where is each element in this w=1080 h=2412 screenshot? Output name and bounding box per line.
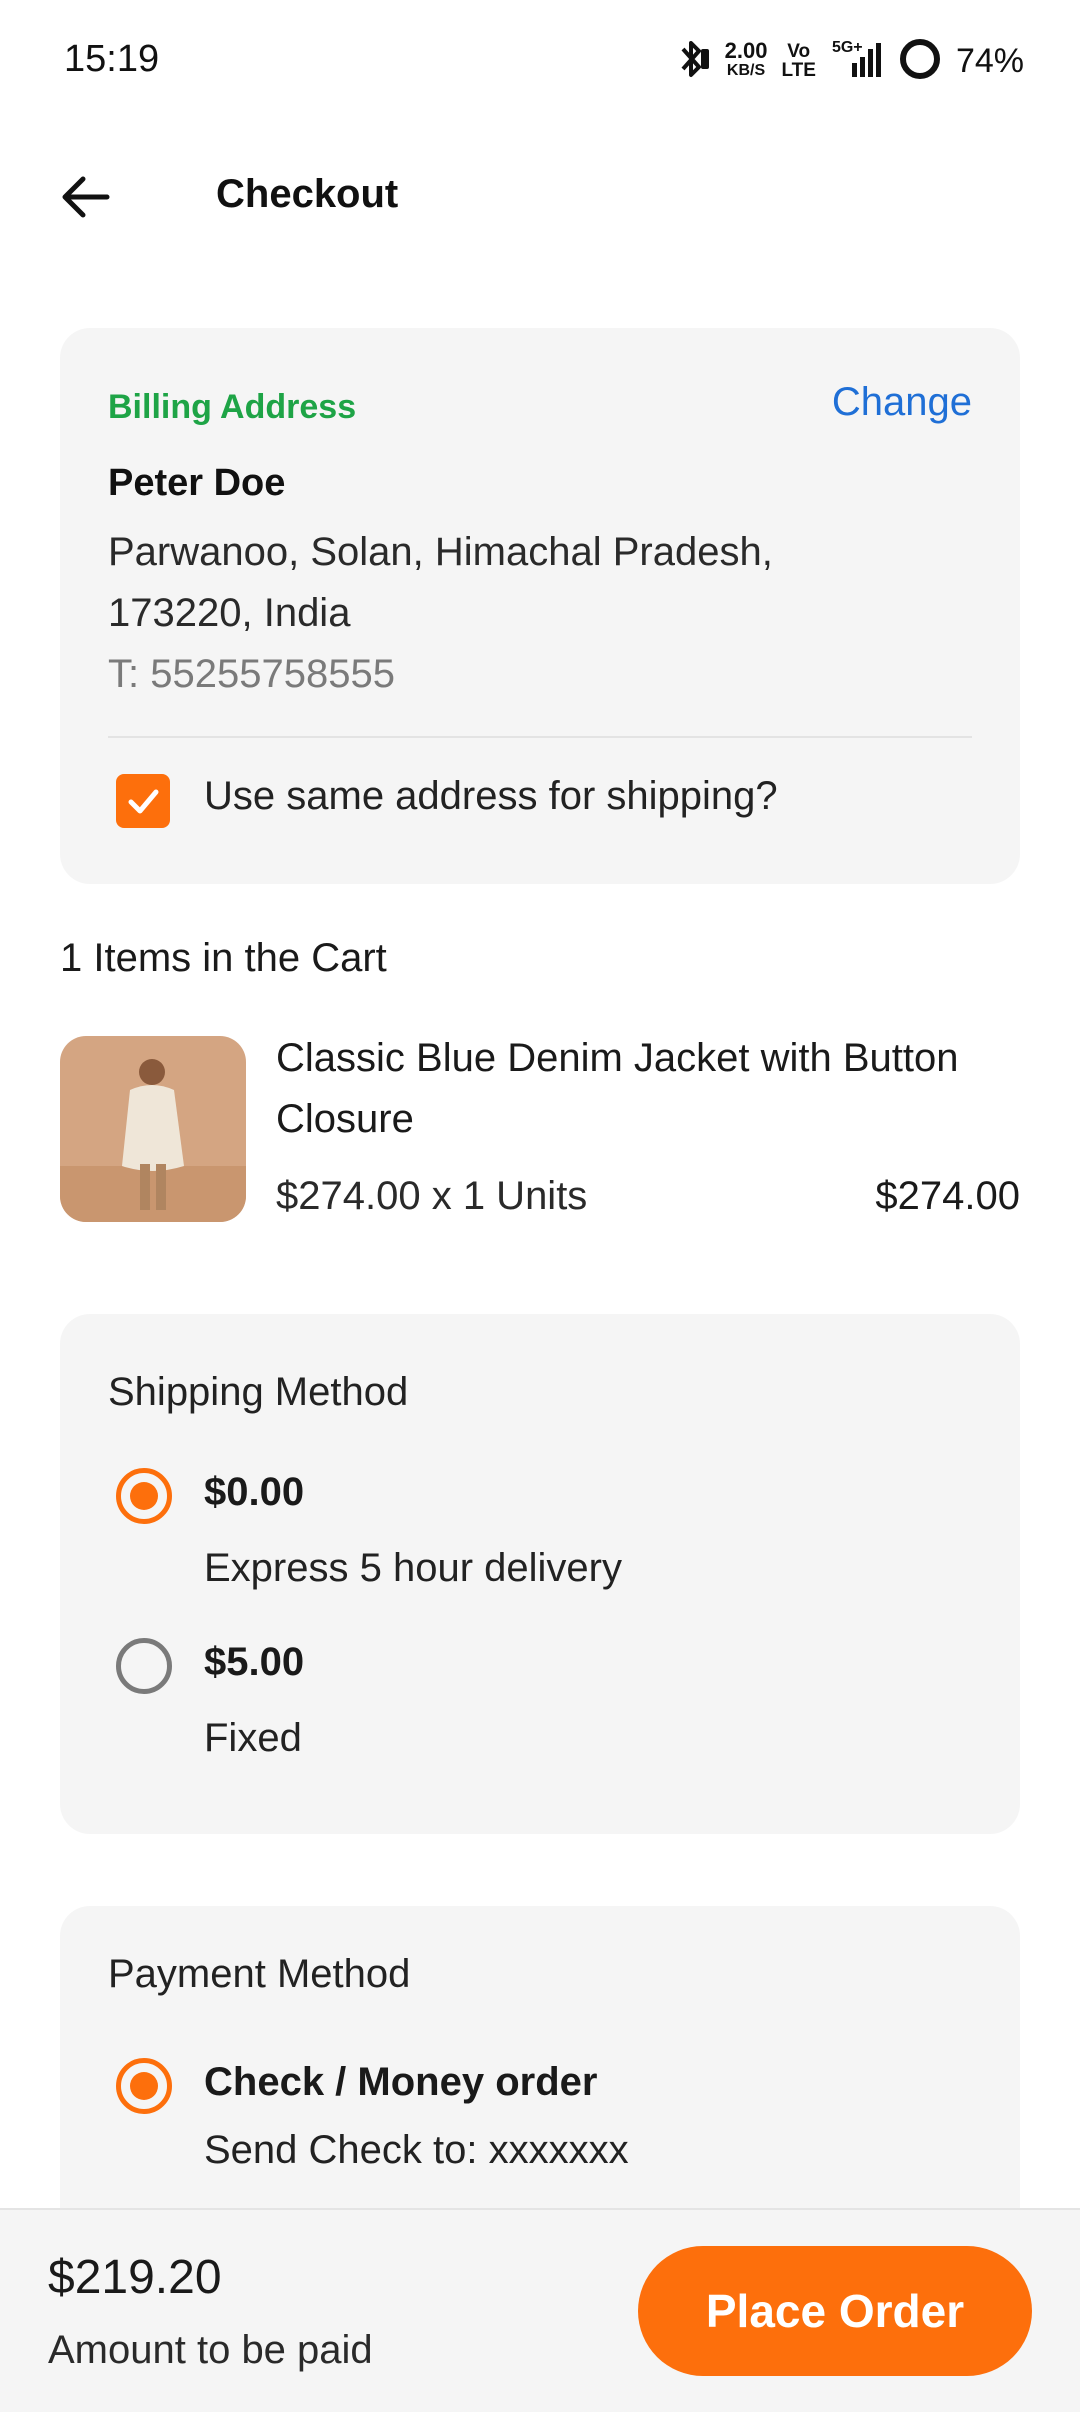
order-footer: $219.20 Amount to be paid Place Order bbox=[0, 2208, 1080, 2412]
cart-title: 1 Items in the Cart bbox=[60, 936, 387, 980]
shipping-option-express-radio[interactable] bbox=[116, 1468, 172, 1524]
shipping-method-card: Shipping Method $0.00 Express 5 hour del… bbox=[60, 1314, 1020, 1834]
amount-to-pay: $219.20 bbox=[48, 2251, 222, 2304]
payment-option-check-radio[interactable] bbox=[116, 2058, 172, 2114]
product-name: Classic Blue Denim Jacket with Button Cl… bbox=[276, 1036, 959, 1141]
check-icon bbox=[128, 789, 159, 814]
back-button[interactable] bbox=[50, 162, 120, 232]
network-speed: 2.00 KB/S bbox=[724, 38, 768, 80]
volte-indicator: Vo LTE bbox=[781, 41, 816, 81]
battery-percent: 74% bbox=[955, 41, 1024, 80]
signal-icon: 5G+ bbox=[830, 39, 884, 83]
billing-address-label: Billing Address bbox=[108, 388, 357, 426]
payment-method-title: Payment Method bbox=[108, 1952, 411, 1996]
page-title: Checkout bbox=[216, 172, 399, 216]
same-address-label[interactable]: Use same address for shipping? bbox=[204, 774, 778, 819]
product-image bbox=[60, 1036, 246, 1222]
battery-ring-icon bbox=[898, 37, 942, 86]
shipping-option-express-desc: Express 5 hour delivery bbox=[204, 1546, 622, 1590]
shipping-option-fixed-price[interactable]: $5.00 bbox=[204, 1640, 304, 1685]
change-address-link[interactable]: Change bbox=[832, 380, 972, 425]
billing-name: Peter Doe bbox=[108, 462, 286, 504]
product-qty-price: $274.00 x 1 Units bbox=[276, 1174, 588, 1218]
billing-address-text: Parwanoo, Solan, Himachal Pradesh, 17322… bbox=[108, 530, 773, 635]
bluetooth-icon bbox=[675, 39, 711, 84]
shipping-option-express-price[interactable]: $0.00 bbox=[204, 1470, 304, 1515]
divider bbox=[108, 736, 972, 738]
same-address-checkbox[interactable] bbox=[116, 774, 170, 828]
status-bar: 15:19 2.00 KB/S Vo LTE 5G+ 74% bbox=[0, 0, 1080, 120]
arrow-left-icon bbox=[62, 176, 110, 218]
billing-address-card: Billing Address Change Peter Doe Parwano… bbox=[60, 328, 1020, 884]
payment-option-check-name[interactable]: Check / Money order bbox=[204, 2060, 597, 2105]
billing-phone: T: 55255758555 bbox=[108, 652, 395, 696]
product-total: $274.00 bbox=[875, 1174, 1020, 1218]
amount-to-pay-label: Amount to be paid bbox=[48, 2328, 373, 2372]
shipping-option-fixed-radio[interactable] bbox=[116, 1638, 172, 1694]
shipping-method-title: Shipping Method bbox=[108, 1370, 409, 1414]
status-icons: 2.00 KB/S Vo LTE 5G+ 74% bbox=[675, 36, 1024, 86]
place-order-button[interactable]: Place Order bbox=[638, 2246, 1032, 2376]
payment-option-check-desc: Send Check to: xxxxxxx bbox=[204, 2128, 629, 2172]
status-time: 15:19 bbox=[64, 38, 160, 80]
shipping-option-fixed-desc: Fixed bbox=[204, 1716, 302, 1760]
app-header: Checkout bbox=[0, 150, 1080, 240]
